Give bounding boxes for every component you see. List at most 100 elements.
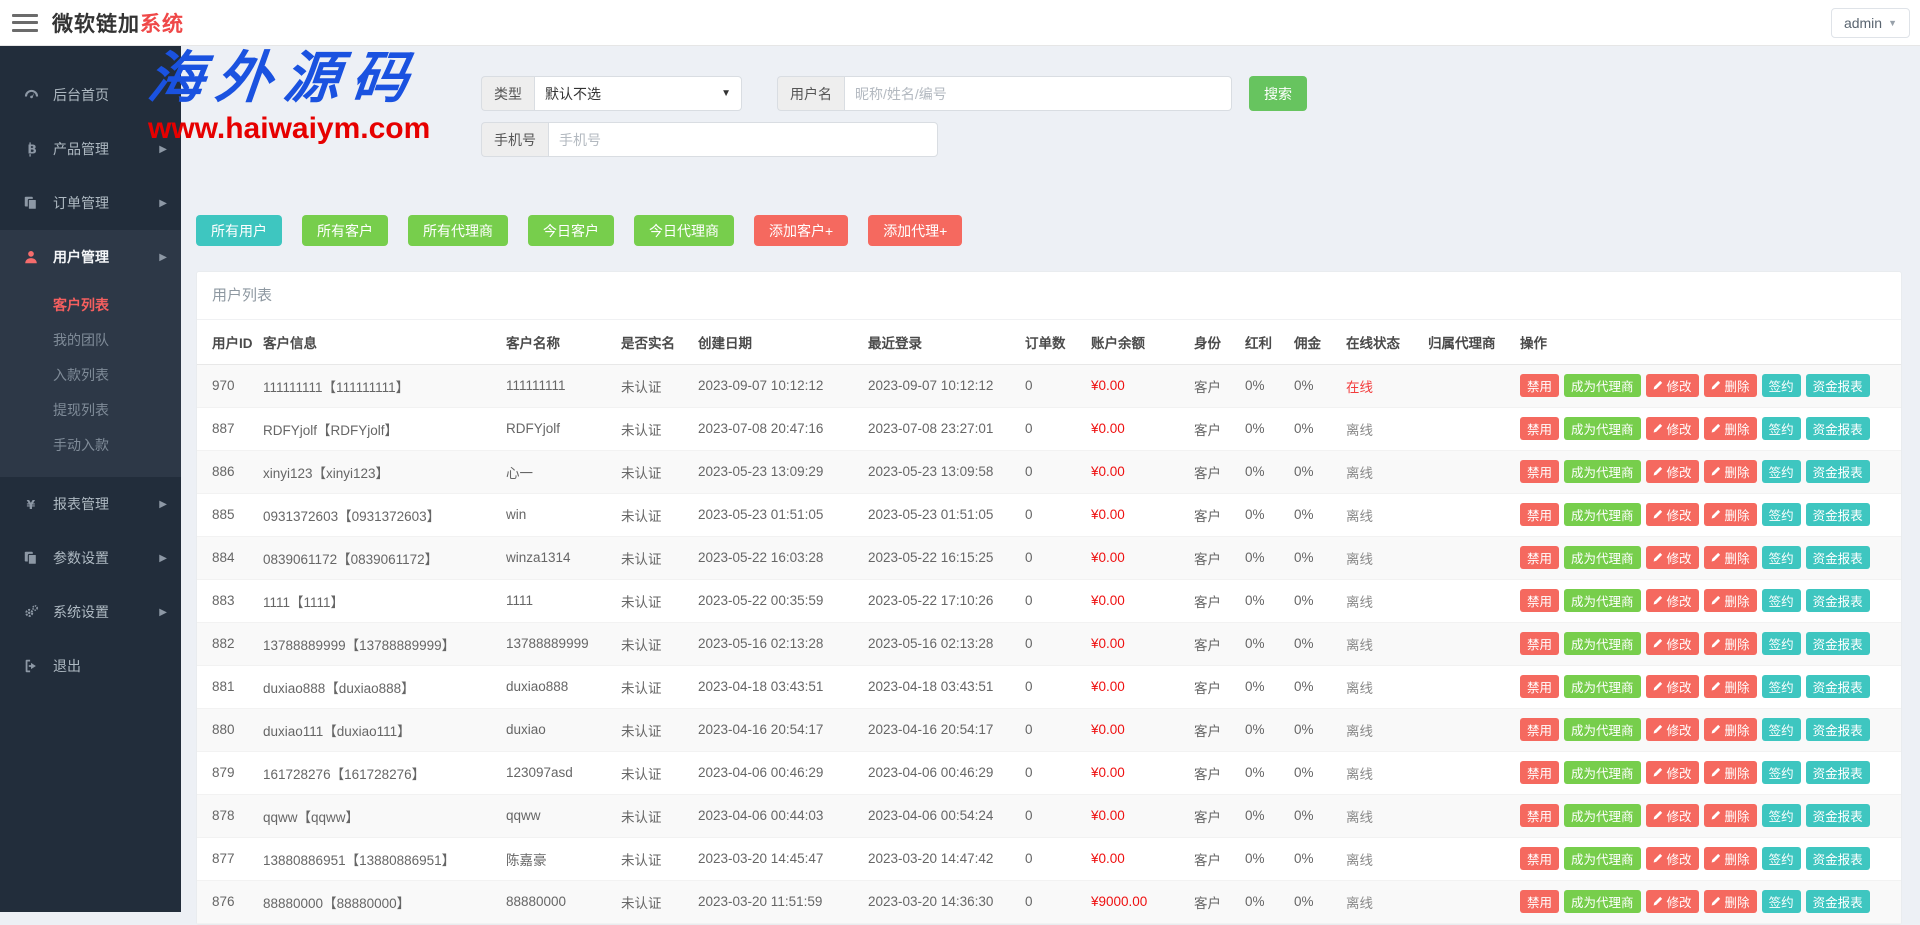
- action-删除-button[interactable]: 删除: [1704, 761, 1757, 784]
- sidebar-item-1[interactable]: B产品管理▶: [0, 122, 181, 176]
- sidebar-subitem[interactable]: 客户列表: [0, 288, 181, 323]
- action-签约-button[interactable]: 签约: [1762, 675, 1801, 698]
- sidebar-subitem[interactable]: 入款列表: [0, 358, 181, 393]
- action-成为代理商-button[interactable]: 成为代理商: [1564, 460, 1641, 483]
- action-修改-button[interactable]: 修改: [1646, 589, 1699, 612]
- action-成为代理商-button[interactable]: 成为代理商: [1564, 632, 1641, 655]
- action-资金报表-button[interactable]: 资金报表: [1806, 761, 1870, 784]
- action-成为代理商-button[interactable]: 成为代理商: [1564, 675, 1641, 698]
- action-成为代理商-button[interactable]: 成为代理商: [1564, 718, 1641, 741]
- action-禁用-button[interactable]: 禁用: [1520, 546, 1559, 569]
- action-签约-button[interactable]: 签约: [1762, 503, 1801, 526]
- action-成为代理商-button[interactable]: 成为代理商: [1564, 804, 1641, 827]
- action-删除-button[interactable]: 删除: [1704, 890, 1757, 913]
- sidebar-item-3[interactable]: 用户管理▶: [0, 230, 181, 284]
- action-资金报表-button[interactable]: 资金报表: [1806, 417, 1870, 440]
- action-签约-button[interactable]: 签约: [1762, 546, 1801, 569]
- action-资金报表-button[interactable]: 资金报表: [1806, 374, 1870, 397]
- action-修改-button[interactable]: 修改: [1646, 890, 1699, 913]
- sidebar-item-4[interactable]: ¥报表管理▶: [0, 477, 181, 531]
- action-修改-button[interactable]: 修改: [1646, 460, 1699, 483]
- action-删除-button[interactable]: 删除: [1704, 632, 1757, 655]
- sidebar-item-7[interactable]: 退出: [0, 639, 181, 693]
- action-修改-button[interactable]: 修改: [1646, 804, 1699, 827]
- action-签约-button[interactable]: 签约: [1762, 589, 1801, 612]
- sidebar-item-5[interactable]: 参数设置▶: [0, 531, 181, 585]
- action-资金报表-button[interactable]: 资金报表: [1806, 675, 1870, 698]
- action-修改-button[interactable]: 修改: [1646, 546, 1699, 569]
- quick-button-5[interactable]: 添加客户+: [754, 215, 848, 246]
- action-成为代理商-button[interactable]: 成为代理商: [1564, 546, 1641, 569]
- action-成为代理商-button[interactable]: 成为代理商: [1564, 503, 1641, 526]
- action-修改-button[interactable]: 修改: [1646, 417, 1699, 440]
- action-删除-button[interactable]: 删除: [1704, 503, 1757, 526]
- action-资金报表-button[interactable]: 资金报表: [1806, 718, 1870, 741]
- action-删除-button[interactable]: 删除: [1704, 374, 1757, 397]
- action-签约-button[interactable]: 签约: [1762, 804, 1801, 827]
- action-资金报表-button[interactable]: 资金报表: [1806, 589, 1870, 612]
- action-禁用-button[interactable]: 禁用: [1520, 804, 1559, 827]
- action-删除-button[interactable]: 删除: [1704, 417, 1757, 440]
- action-成为代理商-button[interactable]: 成为代理商: [1564, 761, 1641, 784]
- action-删除-button[interactable]: 删除: [1704, 675, 1757, 698]
- action-成为代理商-button[interactable]: 成为代理商: [1564, 374, 1641, 397]
- action-签约-button[interactable]: 签约: [1762, 847, 1801, 870]
- sidebar-subitem[interactable]: 我的团队: [0, 323, 181, 358]
- action-资金报表-button[interactable]: 资金报表: [1806, 546, 1870, 569]
- action-签约-button[interactable]: 签约: [1762, 374, 1801, 397]
- quick-button-3[interactable]: 今日客户: [528, 215, 614, 246]
- action-成为代理商-button[interactable]: 成为代理商: [1564, 417, 1641, 440]
- action-成为代理商-button[interactable]: 成为代理商: [1564, 847, 1641, 870]
- action-修改-button[interactable]: 修改: [1646, 847, 1699, 870]
- phone-input[interactable]: [548, 122, 938, 157]
- action-签约-button[interactable]: 签约: [1762, 718, 1801, 741]
- action-签约-button[interactable]: 签约: [1762, 632, 1801, 655]
- quick-button-1[interactable]: 所有客户: [302, 215, 388, 246]
- quick-button-4[interactable]: 今日代理商: [634, 215, 734, 246]
- action-修改-button[interactable]: 修改: [1646, 503, 1699, 526]
- action-删除-button[interactable]: 删除: [1704, 718, 1757, 741]
- search-button[interactable]: 搜索: [1249, 76, 1307, 111]
- action-资金报表-button[interactable]: 资金报表: [1806, 632, 1870, 655]
- action-禁用-button[interactable]: 禁用: [1520, 589, 1559, 612]
- action-删除-button[interactable]: 删除: [1704, 589, 1757, 612]
- hamburger-menu-icon[interactable]: [12, 14, 38, 32]
- sidebar-item-2[interactable]: 订单管理▶: [0, 176, 181, 230]
- action-禁用-button[interactable]: 禁用: [1520, 890, 1559, 913]
- action-签约-button[interactable]: 签约: [1762, 890, 1801, 913]
- action-禁用-button[interactable]: 禁用: [1520, 632, 1559, 655]
- quick-button-0[interactable]: 所有用户: [196, 215, 282, 246]
- action-禁用-button[interactable]: 禁用: [1520, 761, 1559, 784]
- action-修改-button[interactable]: 修改: [1646, 718, 1699, 741]
- action-禁用-button[interactable]: 禁用: [1520, 675, 1559, 698]
- action-资金报表-button[interactable]: 资金报表: [1806, 847, 1870, 870]
- action-删除-button[interactable]: 删除: [1704, 847, 1757, 870]
- action-签约-button[interactable]: 签约: [1762, 761, 1801, 784]
- action-资金报表-button[interactable]: 资金报表: [1806, 804, 1870, 827]
- sidebar-item-6[interactable]: 系统设置▶: [0, 585, 181, 639]
- quick-button-6[interactable]: 添加代理+: [868, 215, 962, 246]
- action-禁用-button[interactable]: 禁用: [1520, 847, 1559, 870]
- action-修改-button[interactable]: 修改: [1646, 675, 1699, 698]
- action-资金报表-button[interactable]: 资金报表: [1806, 890, 1870, 913]
- action-成为代理商-button[interactable]: 成为代理商: [1564, 589, 1641, 612]
- action-删除-button[interactable]: 删除: [1704, 804, 1757, 827]
- action-禁用-button[interactable]: 禁用: [1520, 417, 1559, 440]
- sidebar-item-0[interactable]: 后台首页: [0, 68, 181, 122]
- sidebar-subitem[interactable]: 提现列表: [0, 393, 181, 428]
- action-禁用-button[interactable]: 禁用: [1520, 718, 1559, 741]
- sidebar-subitem[interactable]: 手动入款: [0, 428, 181, 463]
- action-修改-button[interactable]: 修改: [1646, 761, 1699, 784]
- action-禁用-button[interactable]: 禁用: [1520, 374, 1559, 397]
- action-签约-button[interactable]: 签约: [1762, 417, 1801, 440]
- action-资金报表-button[interactable]: 资金报表: [1806, 503, 1870, 526]
- username-input[interactable]: [844, 76, 1232, 111]
- action-成为代理商-button[interactable]: 成为代理商: [1564, 890, 1641, 913]
- admin-dropdown[interactable]: admin ▼: [1831, 8, 1910, 38]
- action-修改-button[interactable]: 修改: [1646, 632, 1699, 655]
- quick-button-2[interactable]: 所有代理商: [408, 215, 508, 246]
- type-select[interactable]: 默认不选 ▼: [534, 76, 742, 111]
- action-删除-button[interactable]: 删除: [1704, 546, 1757, 569]
- action-删除-button[interactable]: 删除: [1704, 460, 1757, 483]
- action-禁用-button[interactable]: 禁用: [1520, 460, 1559, 483]
